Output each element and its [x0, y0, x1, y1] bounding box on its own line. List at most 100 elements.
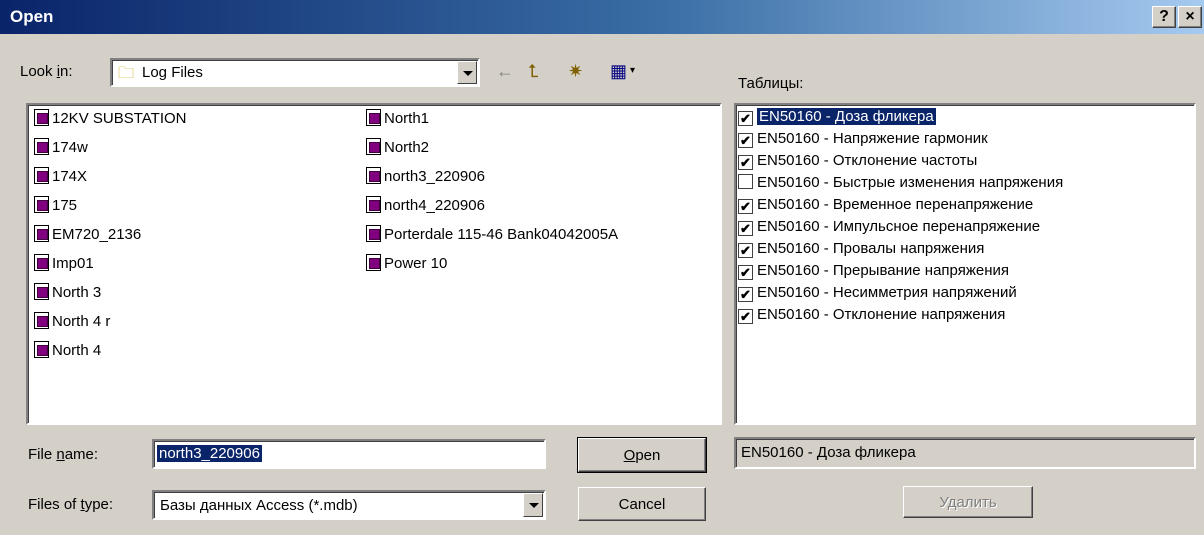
look-in-value: Log Files	[142, 64, 203, 81]
table-check-item[interactable]: EN50160 - Быстрые изменения напряжения	[738, 172, 1063, 194]
file-name-input[interactable]: north3_220906	[152, 439, 546, 469]
file-item-label: north3_220906	[384, 168, 485, 185]
table-check-label: EN50160 - Провалы напряжения	[757, 240, 985, 257]
file-item[interactable]: North 4	[34, 339, 101, 363]
view-menu-icon[interactable]: ▦	[610, 59, 627, 83]
file-type-label: Files of type:	[28, 496, 114, 513]
file-item-label: North1	[384, 110, 430, 127]
file-item[interactable]: North2	[366, 136, 429, 160]
cancel-button[interactable]: Cancel	[578, 487, 706, 521]
checkmark-icon[interactable]: ✔	[738, 111, 753, 126]
file-item[interactable]: North 4 r	[34, 310, 110, 334]
file-item-label: north4_220906	[384, 197, 485, 214]
folder-icon: 🗀	[118, 65, 135, 82]
window-title: Open	[10, 7, 54, 26]
table-check-item[interactable]: ✔ EN50160 - Импульсное перенапряжение	[738, 216, 1040, 238]
file-item[interactable]: Power 10	[366, 252, 447, 276]
access-file-icon	[34, 254, 49, 271]
file-item[interactable]: Porterdale 115-46 Bank04042005A	[366, 223, 618, 247]
table-check-label: EN50160 - Временное перенапряжение	[757, 196, 1034, 213]
table-check-label: EN50160 - Импульсное перенапряжение	[757, 218, 1041, 235]
file-item-label: 175	[52, 197, 78, 214]
table-check-label: EN50160 - Прерывание напряжения	[757, 262, 1009, 279]
table-check-label: EN50160 - Напряжение гармоник	[757, 130, 988, 147]
new-folder-icon[interactable]: ✷	[568, 59, 583, 83]
file-item[interactable]: 174X	[34, 165, 87, 189]
access-file-icon	[366, 225, 381, 242]
checkmark-icon[interactable]: ✔	[738, 199, 753, 214]
file-item-label: 12KV SUBSTATION	[52, 110, 187, 127]
access-file-icon	[34, 225, 49, 242]
tables-label: Таблицы:	[738, 75, 804, 92]
file-list[interactable]: 12KV SUBSTATION 174w 174X 175 EM720_2136 Imp0…	[26, 103, 722, 425]
file-type-value: Базы данных Access (*.mdb)	[160, 497, 358, 514]
file-item[interactable]: Imp01	[34, 252, 94, 276]
chevron-down-icon[interactable]	[457, 61, 477, 84]
access-file-icon	[34, 196, 49, 213]
table-check-label: EN50160 - Доза фликера	[757, 108, 936, 125]
access-file-icon	[34, 312, 49, 329]
checkmark-icon[interactable]: ✔	[738, 287, 753, 302]
close-button[interactable]: ×	[1178, 6, 1202, 28]
table-check-item[interactable]: ✔ EN50160 - Несимметрия напряжений	[738, 282, 1017, 304]
access-file-icon	[34, 109, 49, 126]
checkmark-icon[interactable]: ✔	[738, 243, 753, 258]
title-bar: Open ? ×	[0, 0, 1204, 34]
look-in-dropdown[interactable]: 🗀 Log Files	[110, 58, 480, 87]
chevron-down-icon[interactable]	[523, 493, 543, 517]
file-item[interactable]: 174w	[34, 136, 88, 160]
up-folder-icon[interactable]: ⮤	[528, 59, 539, 83]
file-item-label: North2	[384, 139, 430, 156]
file-item-label: EM720_2136	[52, 226, 142, 243]
access-file-icon	[366, 196, 381, 213]
file-name-label: File name:	[28, 446, 99, 463]
look-in-label: Look in:	[20, 63, 73, 80]
selected-table-field: EN50160 - Доза фликера	[734, 437, 1196, 469]
table-check-item[interactable]: ✔ EN50160 - Провалы напряжения	[738, 238, 984, 260]
checkmark-icon[interactable]: ✔	[738, 155, 753, 170]
access-file-icon	[34, 138, 49, 155]
table-check-item[interactable]: ✔ EN50160 - Отклонение напряжения	[738, 304, 1005, 326]
table-check-item[interactable]: ✔ EN50160 - Временное перенапряжение	[738, 194, 1033, 216]
file-item[interactable]: North 3	[34, 281, 101, 305]
file-item-label: Power 10	[384, 255, 448, 272]
file-item[interactable]: north3_220906	[366, 165, 485, 189]
access-file-icon	[366, 138, 381, 155]
checkmark-icon[interactable]: ✔	[738, 133, 753, 148]
checkbox-empty-icon[interactable]	[738, 174, 753, 189]
file-name-value: north3_220906	[157, 445, 262, 462]
access-file-icon	[34, 167, 49, 184]
access-file-icon	[34, 341, 49, 358]
checkmark-icon[interactable]: ✔	[738, 221, 753, 236]
table-check-label: EN50160 - Быстрые изменения напряжения	[757, 174, 1064, 191]
table-check-item[interactable]: ✔ EN50160 - Прерывание напряжения	[738, 260, 1009, 282]
file-item-label: Imp01	[52, 255, 94, 272]
access-file-icon	[366, 109, 381, 126]
table-check-label: EN50160 - Несимметрия напряжений	[757, 284, 1017, 301]
file-item-label: 174X	[52, 168, 88, 185]
checkmark-icon[interactable]: ✔	[738, 265, 753, 280]
selected-table-value: EN50160 - Доза фликера	[741, 444, 916, 461]
access-file-icon	[366, 254, 381, 271]
checkmark-icon[interactable]: ✔	[738, 309, 753, 324]
file-type-dropdown[interactable]: Базы данных Access (*.mdb)	[152, 490, 546, 520]
file-item-label: North 4 r	[52, 313, 111, 330]
file-item-label: North 3	[52, 284, 102, 301]
table-check-item[interactable]: ✔ EN50160 - Отклонение частоты	[738, 150, 977, 172]
tables-checklist[interactable]: ✔ EN50160 - Доза фликера ✔ EN50160 - Напряж…	[734, 103, 1196, 425]
file-item[interactable]: North1	[366, 107, 429, 131]
view-dropdown-icon[interactable]: ▾	[630, 59, 635, 83]
open-button[interactable]: Open	[577, 437, 707, 473]
file-item[interactable]: 175	[34, 194, 77, 218]
file-item[interactable]: 12KV SUBSTATION	[34, 107, 186, 131]
table-check-item[interactable]: ✔ EN50160 - Напряжение гармоник	[738, 128, 988, 150]
help-button[interactable]: ?	[1152, 6, 1176, 28]
file-item-label: 174w	[52, 139, 88, 156]
back-icon[interactable]: ←	[496, 59, 514, 83]
file-item[interactable]: north4_220906	[366, 194, 485, 218]
table-check-item[interactable]: ✔ EN50160 - Доза фликера	[738, 106, 1190, 128]
table-check-label: EN50160 - Отклонение частоты	[757, 152, 978, 169]
delete-button[interactable]: Удалить	[903, 486, 1033, 518]
file-item[interactable]: EM720_2136	[34, 223, 141, 247]
file-item-label: North 4	[52, 342, 102, 359]
